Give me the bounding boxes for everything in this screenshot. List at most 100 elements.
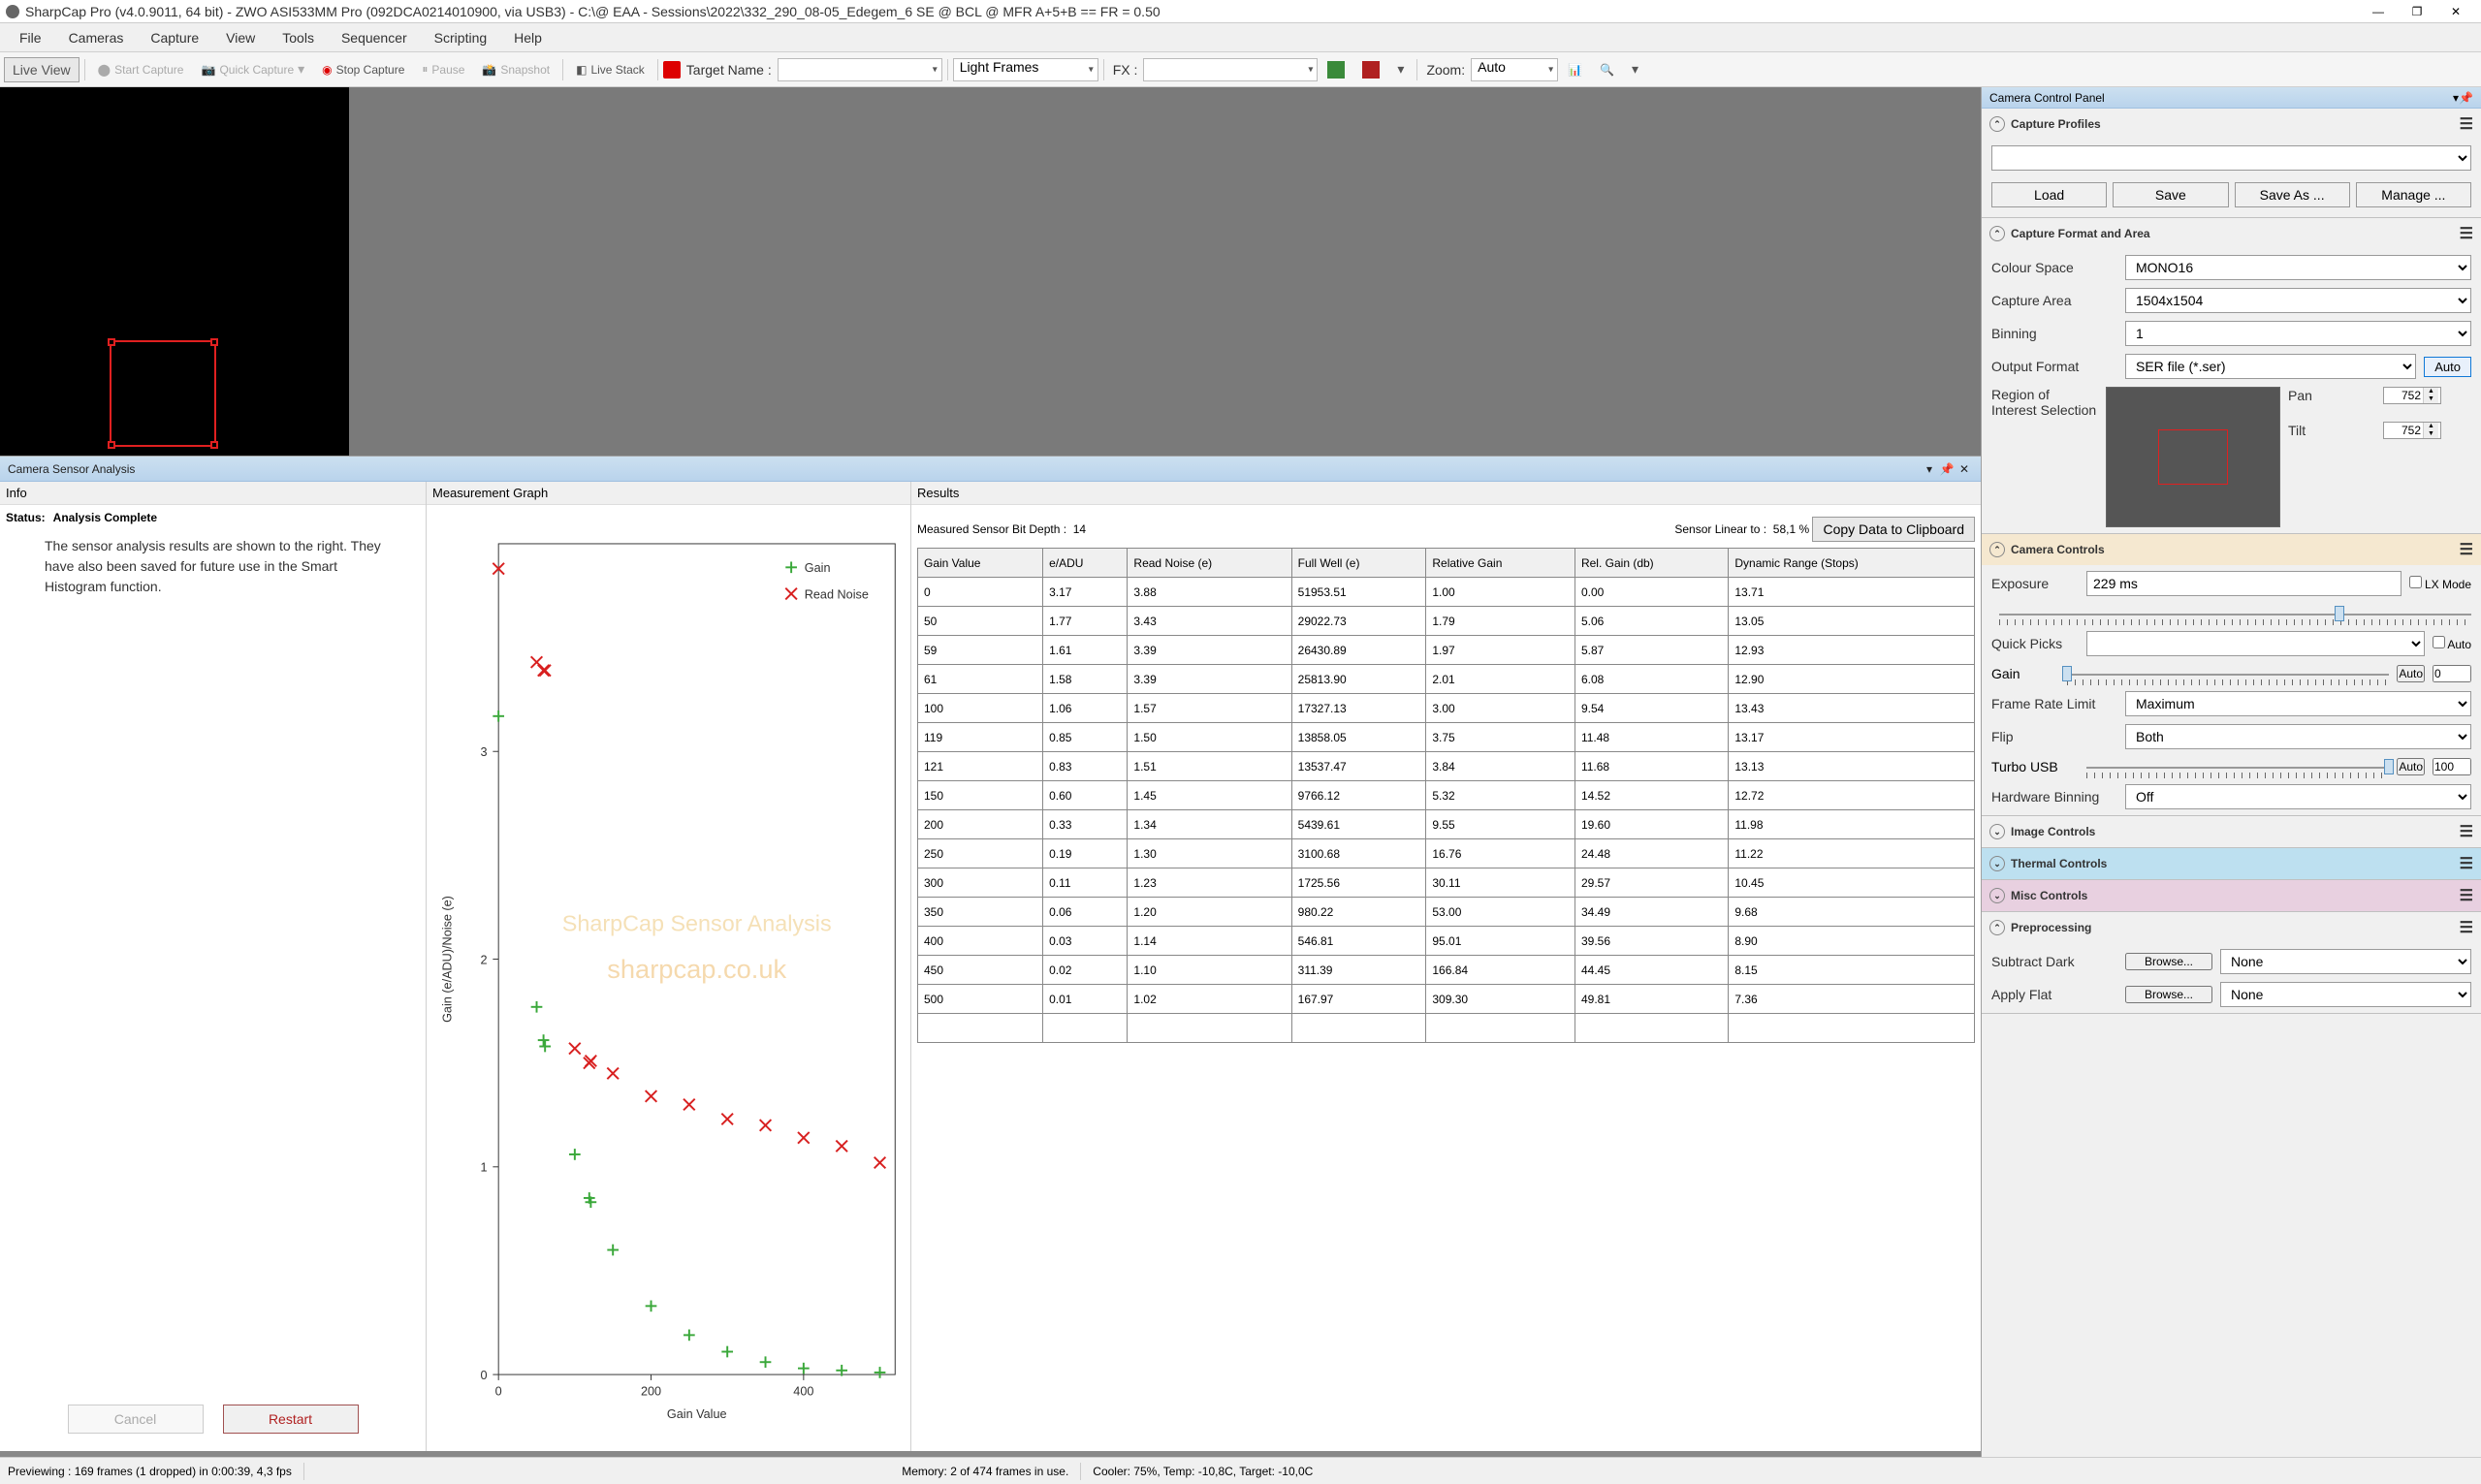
output-auto-button[interactable]: Auto [2424,357,2471,377]
misc-menu-icon[interactable]: ☰ [2460,886,2473,905]
load-button[interactable]: Load [1991,182,2107,207]
quickpicks-auto-checkbox[interactable]: Auto [2433,636,2471,651]
hw-binning-lbl: Hardware Binning [1991,789,2117,805]
exposure-input[interactable] [2086,571,2401,596]
profiles-select[interactable] [1991,145,2471,171]
gain-auto-button[interactable]: Auto [2397,665,2425,682]
profiles-menu-icon[interactable]: ☰ [2460,114,2473,134]
collapse-camera-icon[interactable]: ⌃ [1989,542,2005,557]
format-menu-icon[interactable]: ☰ [2460,224,2473,243]
zoom-histogram-button[interactable]: 📊 [1560,59,1590,80]
flip-select[interactable]: Both [2125,724,2471,749]
csa-graph: Measurement Graph 01230200400Gain ValueG… [427,482,911,1451]
expand-image-icon[interactable]: ⌄ [1989,824,2005,839]
table-row: 1190.851.5013858.053.7511.4813.17 [918,723,1975,752]
maximize-button[interactable]: ❐ [2398,1,2436,22]
svg-text:2: 2 [480,953,487,966]
save-button[interactable]: Save [2113,182,2228,207]
output-fmt-select[interactable]: SER file (*.ser) [2125,354,2416,379]
browse-flat-button[interactable]: Browse... [2125,986,2212,1003]
start-capture-button[interactable]: ⬤Start Capture [90,59,192,80]
svg-text:200: 200 [641,1385,661,1399]
capture-profiles-hdr: Capture Profiles [2011,117,2101,131]
fx-dropdown[interactable]: ▾ [1389,57,1412,81]
csa-cancel-button[interactable]: Cancel [68,1405,204,1434]
roi-display[interactable] [2106,387,2280,527]
capture-area-lbl: Capture Area [1991,293,2117,308]
table-row: 3500.061.20980.2253.0034.499.68 [918,898,1975,927]
csa-pin-icon[interactable]: 📌 [1938,462,1956,476]
menu-help[interactable]: Help [500,26,556,49]
preproc-menu-icon[interactable]: ☰ [2460,918,2473,937]
browse-dark-button[interactable]: Browse... [2125,953,2212,970]
apply-flat-select[interactable]: None [2220,982,2471,1007]
target-name-input[interactable] [778,58,942,81]
measurement-chart: 01230200400Gain ValueGain (e/ADU)/Noise … [432,511,905,1445]
menu-file[interactable]: File [6,26,55,49]
target-name-label: Target Name : [683,62,776,78]
menu-capture[interactable]: Capture [137,26,212,49]
copy-data-button[interactable]: Copy Data to Clipboard [1812,517,1975,542]
title-bar: SharpCap Pro (v4.0.9011, 64 bit) - ZWO A… [0,0,2481,23]
ccp-pin-icon[interactable]: 📌 [2459,91,2473,105]
image-menu-icon[interactable]: ☰ [2460,822,2473,841]
minimize-button[interactable]: — [2359,1,2398,22]
turbo-auto-button[interactable]: Auto [2397,758,2425,775]
zoom-magnify-button[interactable]: 🔍 [1592,59,1622,80]
menu-cameras[interactable]: Cameras [55,26,138,49]
frame-type-select[interactable]: Light Frames [953,58,1098,81]
menu-tools[interactable]: Tools [269,26,328,49]
bitdepth-value: 14 [1073,522,1086,536]
framerate-select[interactable]: Maximum [2125,691,2471,716]
menu-sequencer[interactable]: Sequencer [328,26,421,49]
zoom-select[interactable]: Auto [1471,58,1558,81]
colour-space-select[interactable]: MONO16 [2125,255,2471,280]
csa-results: Results Measured Sensor Bit Depth : 14 S… [911,482,1981,1451]
collapse-format-icon[interactable]: ⌃ [1989,226,2005,241]
close-button[interactable]: ✕ [2436,1,2475,22]
binning-select[interactable]: 1 [2125,321,2471,346]
expand-misc-icon[interactable]: ⌄ [1989,888,2005,903]
tilt-spinner[interactable]: ▲▼ [2383,422,2441,439]
collapse-profiles-icon[interactable]: ⌃ [1989,116,2005,132]
zoom-dropdown[interactable]: ▾ [1624,57,1646,81]
csa-dropdown-icon[interactable]: ▾ [1921,462,1938,476]
hw-binning-select[interactable]: Off [2125,784,2471,809]
csa-close-icon[interactable]: ✕ [1956,462,1973,476]
lx-mode-checkbox[interactable]: LX Mode [2409,576,2471,591]
csa-restart-button[interactable]: Restart [223,1405,359,1434]
quick-picks-select[interactable] [2086,631,2425,656]
subtract-dark-select[interactable]: None [2220,949,2471,974]
camera-menu-icon[interactable]: ☰ [2460,540,2473,559]
stop-icon: ◉ [322,63,332,77]
gain-value[interactable] [2433,665,2471,682]
exposure-slider[interactable] [1999,604,2471,623]
svg-text:Gain (e/ADU)/Noise (e): Gain (e/ADU)/Noise (e) [440,896,454,1023]
saveas-button[interactable]: Save As ... [2235,182,2350,207]
fx-green-button[interactable] [1320,57,1352,82]
fx-red-button[interactable] [1354,57,1387,82]
live-stack-button[interactable]: ◧Live Stack [568,59,652,80]
checkerboard-icon [1327,61,1345,79]
preview-area[interactable] [0,87,1981,456]
turbo-slider[interactable] [2086,757,2389,776]
turbo-value[interactable] [2433,758,2471,775]
live-view-button[interactable]: Live View [4,57,80,82]
gain-slider[interactable] [2067,664,2389,683]
colour-space-lbl: Colour Space [1991,260,2117,275]
pan-spinner[interactable]: ▲▼ [2383,387,2441,404]
fx-select[interactable] [1143,58,1318,81]
record-icon: ⬤ [98,63,111,77]
menu-scripting[interactable]: Scripting [421,26,500,49]
stop-capture-button[interactable]: ◉Stop Capture [314,59,412,80]
pause-button[interactable]: ⏸Pause [414,58,472,80]
manage-button[interactable]: Manage ... [2356,182,2471,207]
snapshot-button[interactable]: 📸Snapshot [474,59,557,80]
capture-area-select[interactable]: 1504x1504 [2125,288,2471,313]
collapse-preproc-icon[interactable]: ⌃ [1989,920,2005,935]
thermal-menu-icon[interactable]: ☰ [2460,854,2473,873]
menu-view[interactable]: View [212,26,269,49]
quick-capture-button[interactable]: 📷Quick Capture ▾ [193,57,312,81]
roi-rectangle[interactable] [110,340,216,447]
expand-thermal-icon[interactable]: ⌄ [1989,856,2005,871]
